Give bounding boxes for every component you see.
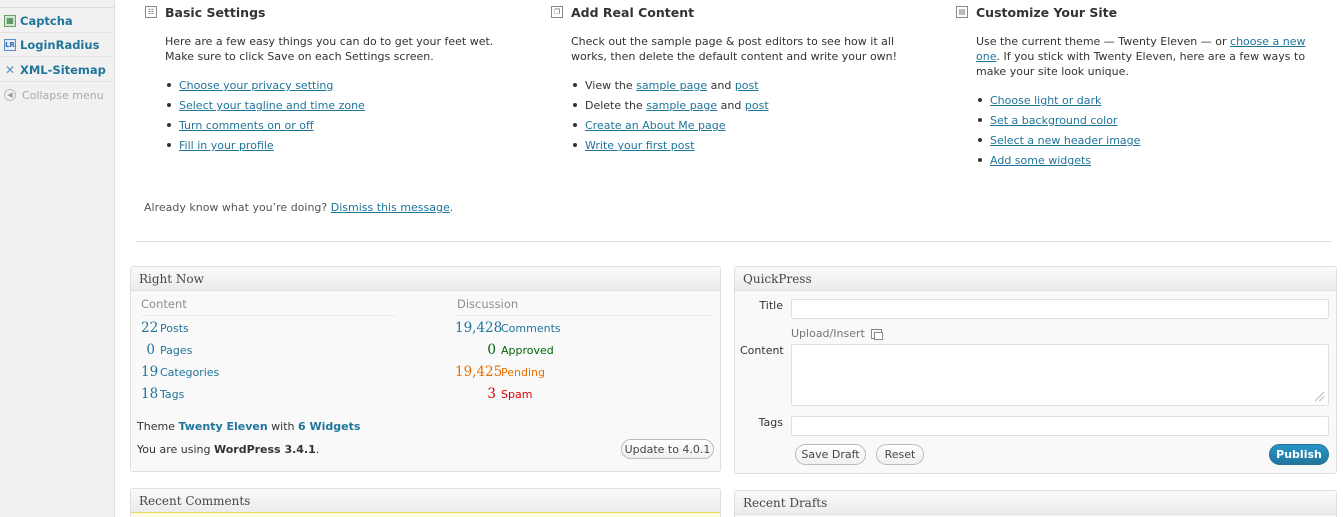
link-header-image[interactable]: Select a new header image [990, 134, 1140, 147]
title-label: Title [759, 299, 783, 312]
link-write-first-post[interactable]: Write your first post [585, 139, 695, 152]
dismiss-message-link[interactable]: Dismiss this message [331, 201, 450, 214]
collapse-menu-label: Collapse menu [22, 88, 104, 102]
theme-link[interactable]: Twenty Eleven [178, 420, 267, 433]
quickpress-content-textarea[interactable] [791, 344, 1329, 406]
link-light-dark[interactable]: Choose light or dark [990, 94, 1101, 107]
view-sample-item: View the sample page and post [571, 79, 911, 99]
stat-comments[interactable]: 19,428 Comments [455, 320, 561, 336]
welcome-add-content: ❐ Add Real Content Check out the sample p… [551, 4, 911, 159]
version-info: You are using WordPress 3.4.1. [137, 443, 320, 456]
settings-icon: ☷ [145, 6, 157, 18]
link-view-post[interactable]: post [735, 79, 759, 92]
sidebar-item-label: LoginRadius [20, 37, 100, 52]
link-privacy-setting[interactable]: Choose your privacy setting [179, 79, 333, 92]
dismiss-row: Already know what you’re doing? Dismiss … [144, 201, 454, 214]
link-tagline-timezone[interactable]: Select your tagline and time zone [179, 99, 365, 112]
stat-posts[interactable]: 22 Posts [141, 320, 189, 336]
collapse-menu-button[interactable]: ◀ Collapse menu [0, 83, 114, 107]
discussion-heading: Discussion [457, 297, 519, 311]
basic-settings-title: Basic Settings [165, 4, 266, 20]
content-heading: Content [141, 297, 187, 311]
reset-button[interactable]: Reset [876, 444, 924, 465]
xml-sitemap-icon: ✕ [4, 62, 16, 77]
link-create-about-page[interactable]: Create an About Me page [585, 119, 726, 132]
stat-spam[interactable]: 3 Spam [455, 386, 532, 402]
version-text: WordPress 3.4.1 [213, 443, 316, 456]
quickpress-box: QuickPress Title Upload/Insert Content T… [734, 266, 1337, 474]
link-fill-profile[interactable]: Fill in your profile [179, 139, 274, 152]
tags-label: Tags [758, 416, 783, 429]
update-button[interactable]: Update to 4.0.1 [621, 439, 714, 459]
sidebar-item-loginradius[interactable]: LR LoginRadius [0, 33, 114, 57]
recent-drafts-box: Recent Drafts [734, 490, 1337, 517]
stat-pending[interactable]: 19,425 Pending [455, 364, 545, 380]
basic-settings-text: Here are a few easy things you can do to… [165, 35, 494, 63]
sidebar-top-separator [0, 0, 114, 8]
stat-categories[interactable]: 19 Categories [141, 364, 219, 380]
stat-tags[interactable]: 18 Tags [141, 386, 184, 402]
sidebar-item-label: Captcha [20, 13, 73, 28]
link-delete-sample-page[interactable]: sample page [646, 99, 717, 112]
welcome-basic-settings: ☷ Basic Settings Here are a few easy thin… [145, 4, 505, 159]
widgets-link[interactable]: 6 Widgets [298, 420, 360, 433]
publish-button[interactable]: Publish [1269, 444, 1329, 465]
recent-comments-highlight [131, 512, 720, 517]
sidebar-item-xml-sitemap[interactable]: ✕ XML-Sitemap [0, 58, 114, 82]
right-now-box: Right Now Content Discussion 22 Posts 0 … [130, 266, 721, 472]
admin-sidebar: ▦ Captcha LR LoginRadius ✕ XML-Sitemap ◀… [0, 0, 115, 517]
recent-drafts-title[interactable]: Recent Drafts [735, 491, 1336, 515]
quickpress-title-input[interactable] [791, 299, 1329, 319]
link-background-color[interactable]: Set a background color [990, 114, 1117, 127]
theme-info: Theme Twenty Eleven with 6 Widgets [137, 420, 361, 433]
captcha-icon: ▦ [4, 14, 16, 27]
recent-comments-title[interactable]: Recent Comments [131, 489, 720, 513]
media-upload-icon[interactable] [870, 328, 883, 340]
appearance-icon: ▤ [956, 6, 968, 18]
link-view-sample-page[interactable]: sample page [636, 79, 707, 92]
add-content-text: Check out the sample page & post editors… [571, 35, 898, 63]
sidebar-item-label: XML-Sitemap [20, 62, 106, 77]
collapse-arrow-icon: ◀ [4, 89, 16, 101]
delete-sample-item: Delete the sample page and post [571, 99, 911, 119]
welcome-customize: ▤ Customize Your Site Use the current the… [956, 4, 1336, 174]
customize-title: Customize Your Site [976, 4, 1118, 20]
content-label: Content [740, 344, 784, 357]
link-comments-toggle[interactable]: Turn comments on or off [179, 119, 314, 132]
save-draft-button[interactable]: Save Draft [795, 444, 866, 465]
link-delete-post[interactable]: post [745, 99, 769, 112]
loginradius-icon: LR [4, 38, 16, 51]
right-now-title[interactable]: Right Now [131, 267, 720, 291]
link-add-widgets[interactable]: Add some widgets [990, 154, 1091, 167]
add-content-title: Add Real Content [571, 4, 695, 20]
upload-insert[interactable]: Upload/Insert [791, 327, 883, 340]
discussion-underline [457, 315, 712, 316]
quickpress-tags-input[interactable] [791, 416, 1329, 436]
stat-approved[interactable]: 0 Approved [455, 342, 553, 358]
customize-text: Use the current theme — Twenty Eleven — … [976, 35, 1306, 78]
welcome-divider [136, 241, 1332, 242]
sidebar-item-captcha[interactable]: ▦ Captcha [0, 9, 114, 33]
content-underline [141, 315, 396, 316]
pages-icon: ❐ [551, 6, 563, 18]
resize-grip-icon[interactable] [1315, 392, 1324, 401]
quickpress-title[interactable]: QuickPress [735, 267, 1336, 291]
stat-pages[interactable]: 0 Pages [141, 342, 192, 358]
